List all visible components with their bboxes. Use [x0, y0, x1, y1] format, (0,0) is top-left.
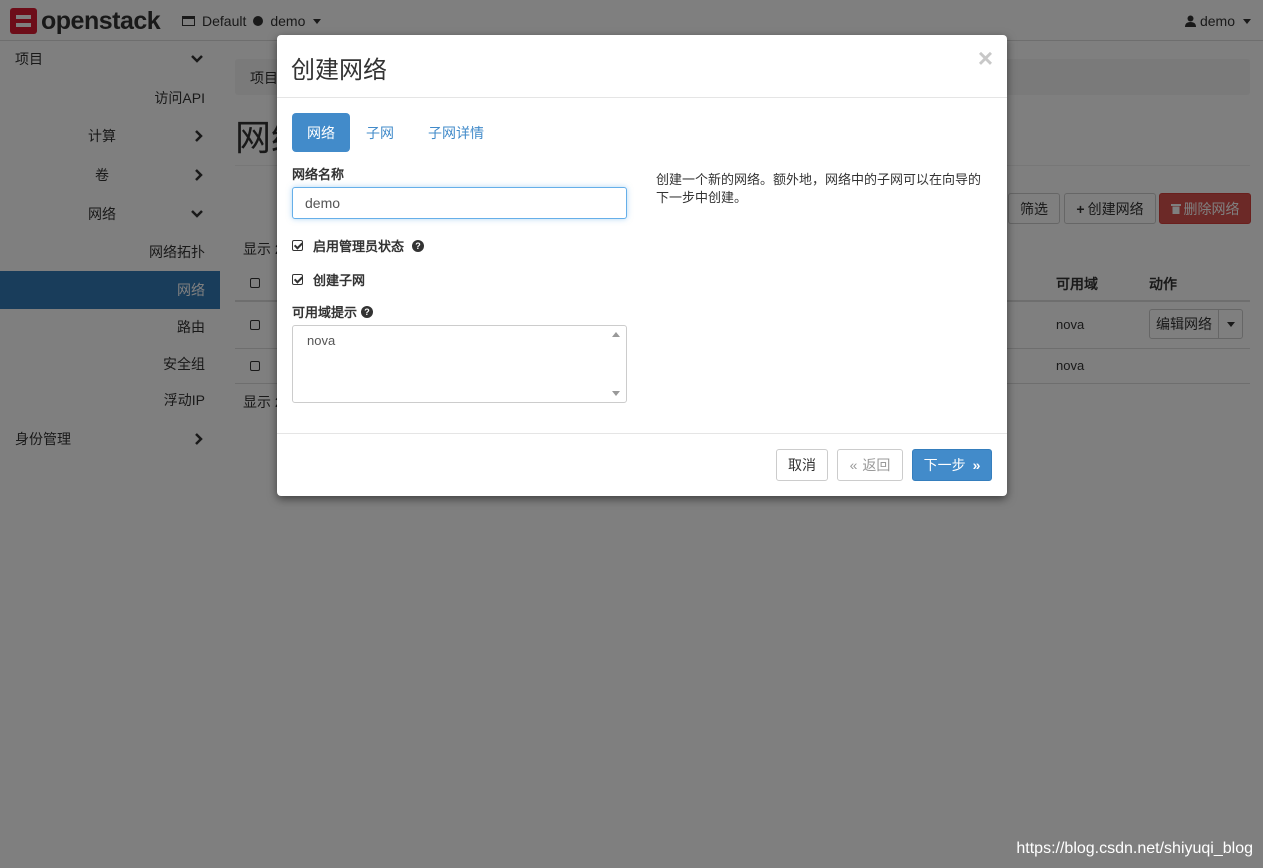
- admin-state-label: 启用管理员状态: [313, 239, 405, 254]
- help-icon[interactable]: ?: [412, 239, 425, 252]
- wizard-tabs: 网络 子网 子网详情: [292, 113, 502, 152]
- watermark: https://blog.csdn.net/shiyuqi_blog: [1016, 840, 1253, 857]
- create-subnet-checkbox[interactable]: [292, 274, 303, 285]
- next-button[interactable]: 下一步 »: [912, 449, 992, 481]
- help-description: 创建一个新的网络。额外地，网络中的子网可以在向导的下一步中创建。: [656, 172, 982, 205]
- scroll-down-icon[interactable]: [612, 391, 620, 396]
- next-label: 下一步: [923, 457, 966, 473]
- az-hint-label: 可用域提示: [292, 305, 358, 320]
- back-button[interactable]: « 返回: [837, 449, 903, 481]
- admin-state-checkbox-row[interactable]: 启用管理员状态 ?: [292, 236, 425, 255]
- network-name-input[interactable]: demo: [292, 187, 627, 219]
- modal-title: 创建网络: [291, 57, 387, 84]
- double-chevron-right-icon: »: [972, 457, 981, 473]
- az-hint-option[interactable]: nova: [307, 333, 335, 348]
- scrollbar[interactable]: [610, 327, 625, 401]
- create-network-modal: 创建网络 × 网络 子网 子网详情 网络名称 demo 启用管理员状态 ? 创建…: [277, 35, 1007, 496]
- tab-network[interactable]: 网络: [292, 113, 350, 152]
- create-subnet-label: 创建子网: [313, 273, 366, 288]
- network-name-label: 网络名称: [292, 167, 345, 182]
- scroll-up-icon[interactable]: [612, 332, 620, 337]
- help-icon[interactable]: ?: [361, 305, 374, 318]
- az-hint-select[interactable]: nova: [292, 325, 627, 403]
- create-subnet-checkbox-row[interactable]: 创建子网: [292, 270, 365, 289]
- tab-subnet-details[interactable]: 子网详情: [410, 113, 502, 152]
- tab-subnet[interactable]: 子网: [350, 113, 410, 152]
- modal-footer: 取消 « 返回 下一步 »: [277, 433, 1007, 496]
- close-icon[interactable]: ×: [978, 45, 993, 71]
- az-hint-label-row: 可用域提示 ?: [292, 302, 374, 321]
- double-chevron-left-icon: «: [849, 457, 858, 473]
- admin-state-checkbox[interactable]: [292, 240, 303, 251]
- cancel-button[interactable]: 取消: [776, 449, 828, 481]
- modal-header: 创建网络 ×: [277, 35, 1007, 98]
- back-label: 返回: [862, 457, 891, 473]
